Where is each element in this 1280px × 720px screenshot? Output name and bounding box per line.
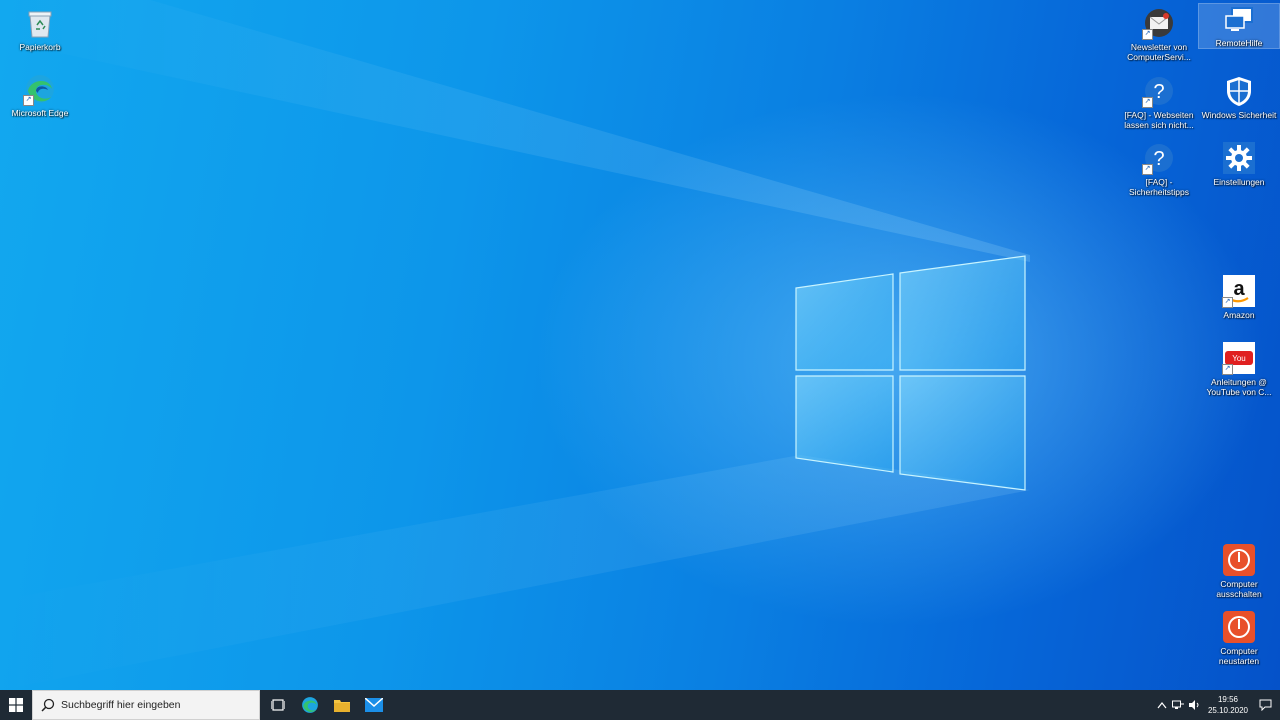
help-icon: ? ↗ xyxy=(1142,141,1176,175)
volume-button[interactable] xyxy=(1186,690,1202,720)
desktop-icon-label: Einstellungen xyxy=(1213,177,1265,187)
mail-icon xyxy=(365,698,383,712)
gear-icon xyxy=(1222,141,1256,175)
recycle-bin-icon xyxy=(23,6,57,40)
shield-icon xyxy=(1222,74,1256,108)
desktop-icon-label: Windows Sicherheit xyxy=(1201,110,1277,120)
youtube-icon: You ↗ xyxy=(1222,341,1256,375)
task-view-button[interactable] xyxy=(262,690,294,720)
amazon-icon: a ↗ xyxy=(1222,274,1256,308)
desktop-icon-windows-sicherheit[interactable]: Windows Sicherheit xyxy=(1199,74,1279,120)
desktop-icon-remotehilfe[interactable]: RemoteHilfe xyxy=(1198,3,1280,49)
windows-start-icon xyxy=(9,698,23,712)
shortcut-arrow-icon: ↗ xyxy=(23,95,34,106)
shortcut-arrow-icon: ↗ xyxy=(1142,29,1153,40)
desktop-icon-computer-ausschalten[interactable]: Computer ausschalten xyxy=(1199,543,1279,599)
desktop-icon-computer-neustarten[interactable]: Computer neustarten xyxy=(1199,610,1279,666)
speaker-icon xyxy=(1189,700,1199,710)
desktop[interactable]: Papierkorb ↗ Microsoft Edge ↗ Newsletter… xyxy=(0,0,1280,690)
notification-icon xyxy=(1259,699,1271,711)
desktop-icon-faq-sicherheitstipps[interactable]: ? ↗ [FAQ] - Sicherheitstipps xyxy=(1119,141,1199,197)
search-icon xyxy=(41,698,55,712)
taskbar-edge-button[interactable] xyxy=(294,690,326,720)
desktop-icon-recycle-bin[interactable]: Papierkorb xyxy=(0,6,80,52)
desktop-icon-microsoft-edge[interactable]: ↗ Microsoft Edge xyxy=(0,72,80,118)
desktop-icon-newsletter[interactable]: ↗ Newsletter von ComputerServi... xyxy=(1119,6,1199,62)
desktop-icon-amazon[interactable]: a ↗ Amazon xyxy=(1199,274,1279,320)
network-icon xyxy=(1172,700,1184,709)
shortcut-arrow-icon: ↗ xyxy=(1222,297,1233,308)
task-view-icon xyxy=(271,699,285,711)
desktop-icon-label: Computer neustarten xyxy=(1218,646,1260,666)
shortcut-arrow-icon: ↗ xyxy=(1222,364,1233,375)
taskbar-mail-button[interactable] xyxy=(358,690,390,720)
desktop-icon-label: Microsoft Edge xyxy=(11,108,69,118)
chevron-up-icon xyxy=(1157,702,1167,709)
mail-icon: ↗ xyxy=(1142,6,1176,40)
svg-text:a: a xyxy=(1233,278,1245,300)
shortcut-arrow-icon: ↗ xyxy=(1142,97,1153,108)
clock-time: 19:56 xyxy=(1217,695,1239,704)
edge-icon: ↗ xyxy=(23,72,57,106)
windows-logo-wallpaper xyxy=(795,255,1026,491)
taskbar: Suchbegriff hier eingeben 19:56 25.10.20… xyxy=(0,690,1280,720)
svg-text:?: ? xyxy=(1153,148,1164,170)
desktop-icon-youtube[interactable]: You ↗ Anleitungen @ YouTube von C... xyxy=(1199,341,1279,397)
start-button[interactable] xyxy=(0,690,32,720)
taskbar-file-explorer-button[interactable] xyxy=(326,690,358,720)
help-icon: ? ↗ xyxy=(1142,74,1176,108)
clock-date: 25.10.2020 xyxy=(1207,706,1249,715)
search-placeholder: Suchbegriff hier eingeben xyxy=(61,699,181,711)
desktop-icon-faq-webseiten[interactable]: ? ↗ [FAQ] - Webseiten lassen sich nicht.… xyxy=(1119,74,1199,130)
taskbar-search-box[interactable]: Suchbegriff hier eingeben xyxy=(32,690,260,720)
action-center-button[interactable] xyxy=(1250,690,1280,720)
desktop-icon-label: [FAQ] - Sicherheitstipps xyxy=(1128,177,1189,197)
network-button[interactable] xyxy=(1170,690,1186,720)
desktop-icon-label: Anleitungen @ YouTube von C... xyxy=(1206,377,1272,397)
desktop-icon-label: Computer ausschalten xyxy=(1216,579,1262,599)
remote-help-icon xyxy=(1222,4,1256,36)
desktop-icon-label: Newsletter von ComputerServi... xyxy=(1127,42,1191,62)
show-hidden-icons-button[interactable] xyxy=(1154,690,1170,720)
svg-text:You: You xyxy=(1232,354,1246,363)
shortcut-arrow-icon: ↗ xyxy=(1142,164,1153,175)
svg-text:?: ? xyxy=(1153,81,1164,103)
power-icon xyxy=(1222,543,1256,577)
desktop-icon-label: RemoteHilfe xyxy=(1215,38,1263,48)
desktop-icon-label: Papierkorb xyxy=(19,42,61,52)
folder-icon xyxy=(334,700,350,712)
power-icon xyxy=(1222,610,1256,644)
desktop-icon-label: Amazon xyxy=(1223,310,1255,320)
system-tray: 19:56 25.10.2020 xyxy=(1154,690,1280,720)
wallpaper-beams xyxy=(0,0,1030,690)
edge-icon xyxy=(302,697,318,713)
desktop-icon-label: [FAQ] - Webseiten lassen sich nicht... xyxy=(1124,110,1194,130)
taskbar-clock[interactable]: 19:56 25.10.2020 xyxy=(1206,694,1250,716)
desktop-icon-einstellungen[interactable]: Einstellungen xyxy=(1199,141,1279,187)
